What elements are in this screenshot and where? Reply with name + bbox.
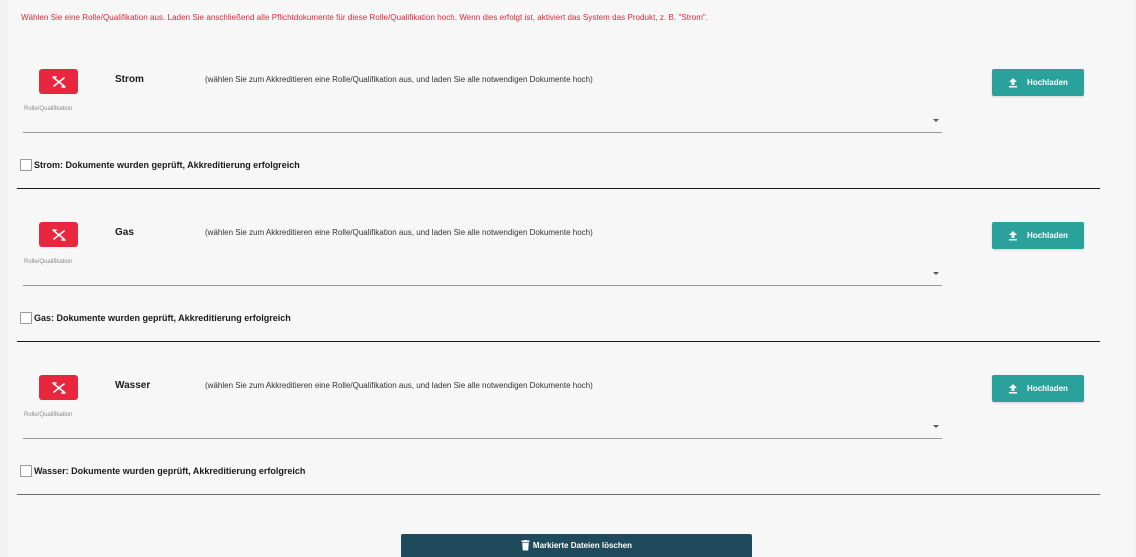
upload-button[interactable]: Hochladen (992, 222, 1084, 249)
role-select-button[interactable] (39, 222, 78, 247)
product-hint: (wählen Sie zum Akkreditieren eine Rolle… (205, 381, 593, 390)
product-name: Gas (115, 227, 134, 238)
product-name: Wasser (115, 380, 151, 391)
crossed-tools-icon (51, 228, 66, 241)
chevron-down-icon[interactable] (933, 119, 939, 122)
section-divider (17, 494, 1100, 495)
upload-icon (1009, 384, 1018, 394)
delete-marked-files-button[interactable]: Markierte Dateien löschen (401, 534, 752, 557)
crossed-tools-icon (51, 75, 66, 88)
role-dropdown[interactable] (23, 438, 942, 439)
role-caption: Rolle/Qualifikation (24, 106, 73, 112)
upload-icon (1009, 78, 1018, 88)
upload-button-label: Hochladen (1027, 384, 1068, 393)
verification-checkbox[interactable] (20, 465, 32, 477)
role-dropdown[interactable] (23, 132, 942, 133)
product-section-gas: Rolle/Qualifikation Gas (wählen Sie zum … (0, 153, 1136, 342)
upload-button-label: Hochladen (1027, 231, 1068, 240)
upload-icon (1009, 231, 1018, 241)
chevron-down-icon[interactable] (933, 272, 939, 275)
role-select-button[interactable] (39, 375, 78, 400)
product-name: Strom (115, 74, 144, 85)
product-hint: (wählen Sie zum Akkreditieren eine Rolle… (205, 75, 593, 84)
role-dropdown[interactable] (23, 285, 942, 286)
chevron-down-icon[interactable] (933, 425, 939, 428)
role-select-button[interactable] (39, 69, 78, 94)
delete-button-label: Markierte Dateien löschen (532, 541, 633, 550)
verification-label: Wasser: Dokumente wurden geprüft, Akkred… (34, 466, 306, 476)
product-section-strom: Rolle/Qualifikation Strom (wählen Sie zu… (0, 0, 1136, 189)
crossed-tools-icon (51, 381, 66, 394)
trash-icon (521, 540, 530, 551)
upload-button-label: Hochladen (1027, 78, 1068, 87)
upload-button[interactable]: Hochladen (992, 375, 1084, 402)
verification-row: Wasser: Dokumente wurden geprüft, Akkred… (20, 465, 305, 477)
upload-button[interactable]: Hochladen (992, 69, 1084, 96)
role-caption: Rolle/Qualifikation (24, 412, 73, 418)
product-section-wasser: Rolle/Qualifikation Wasser (wählen Sie z… (0, 306, 1136, 495)
product-hint: (wählen Sie zum Akkreditieren eine Rolle… (205, 228, 593, 237)
role-caption: Rolle/Qualifikation (24, 259, 73, 265)
